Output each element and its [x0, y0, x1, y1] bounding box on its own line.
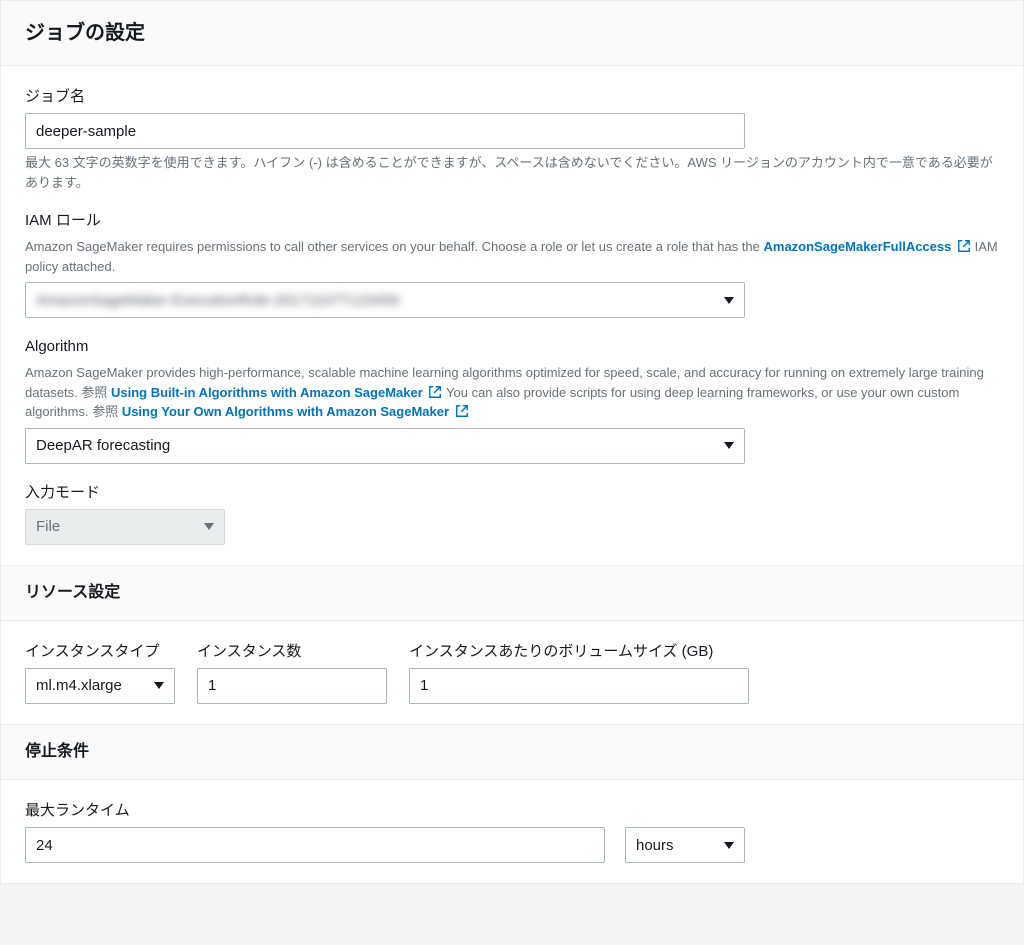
- resource-title: リソース設定: [25, 582, 999, 604]
- algorithm-select[interactable]: DeepAR forecasting: [25, 428, 745, 464]
- instance-type-select[interactable]: ml.m4.xlarge: [25, 668, 175, 704]
- instance-count-field: インスタンス数: [197, 641, 387, 704]
- panel-header: ジョブの設定: [1, 1, 1023, 66]
- max-runtime-unit-select[interactable]: hours: [625, 827, 745, 863]
- iam-role-value: AmazonSageMaker-ExecutionRole-20171107T1…: [36, 290, 399, 311]
- iam-role-label: IAM ロール: [25, 210, 999, 231]
- algorithm-field: Algorithm Amazon SageMaker provides high…: [25, 336, 999, 464]
- instance-type-value: ml.m4.xlarge: [36, 675, 122, 696]
- algorithm-value: DeepAR forecasting: [36, 435, 170, 456]
- chevron-down-icon: [154, 682, 164, 689]
- instance-count-input[interactable]: [197, 668, 387, 704]
- algorithm-hint: Amazon SageMaker provides high-performan…: [25, 363, 999, 422]
- external-link-icon: [455, 404, 469, 418]
- input-mode-label: 入力モード: [25, 482, 999, 503]
- resource-header: リソース設定: [1, 565, 1023, 621]
- max-runtime-label: 最大ランタイム: [25, 800, 999, 821]
- max-runtime-field: 最大ランタイム hours: [25, 800, 999, 863]
- instance-type-label: インスタンスタイプ: [25, 641, 165, 662]
- builtin-algorithms-link[interactable]: Using Built-in Algorithms with Amazon Sa…: [111, 385, 446, 400]
- instance-count-label: インスタンス数: [197, 641, 387, 662]
- chevron-down-icon: [724, 442, 734, 449]
- external-link-icon: [957, 239, 971, 253]
- panel-title: ジョブの設定: [25, 19, 999, 47]
- volume-size-field: インスタンスあたりのボリュームサイズ (GB): [409, 641, 749, 704]
- chevron-down-icon: [724, 842, 734, 849]
- job-name-field: ジョブ名 最大 63 文字の英数字を使用できます。ハイフン (-) は含めること…: [25, 86, 999, 192]
- instance-type-field: インスタンスタイプ ml.m4.xlarge: [25, 641, 175, 704]
- job-name-input[interactable]: [25, 113, 745, 149]
- algorithm-label: Algorithm: [25, 336, 999, 357]
- chevron-down-icon: [724, 297, 734, 304]
- iam-role-select[interactable]: AmazonSageMaker-ExecutionRole-20171107T1…: [25, 282, 745, 318]
- chevron-down-icon: [204, 523, 214, 530]
- input-mode-select[interactable]: File: [25, 509, 225, 545]
- iam-fullaccess-link[interactable]: AmazonSageMakerFullAccess: [764, 239, 975, 254]
- max-runtime-unit-value: hours: [636, 835, 674, 856]
- input-mode-field: 入力モード File: [25, 482, 999, 545]
- stop-header: 停止条件: [1, 724, 1023, 780]
- max-runtime-input[interactable]: [25, 827, 605, 863]
- input-mode-value: File: [36, 516, 60, 537]
- stop-title: 停止条件: [25, 741, 999, 763]
- iam-role-hint: Amazon SageMaker requires permissions to…: [25, 237, 999, 276]
- job-name-hint: 最大 63 文字の英数字を使用できます。ハイフン (-) は含めることができます…: [25, 153, 999, 192]
- volume-size-label: インスタンスあたりのボリュームサイズ (GB): [409, 641, 729, 662]
- own-algorithms-link[interactable]: Using Your Own Algorithms with Amazon Sa…: [122, 404, 469, 419]
- volume-size-input[interactable]: [409, 668, 749, 704]
- external-link-icon: [428, 385, 442, 399]
- job-name-label: ジョブ名: [25, 86, 999, 107]
- iam-role-field: IAM ロール Amazon SageMaker requires permis…: [25, 210, 999, 318]
